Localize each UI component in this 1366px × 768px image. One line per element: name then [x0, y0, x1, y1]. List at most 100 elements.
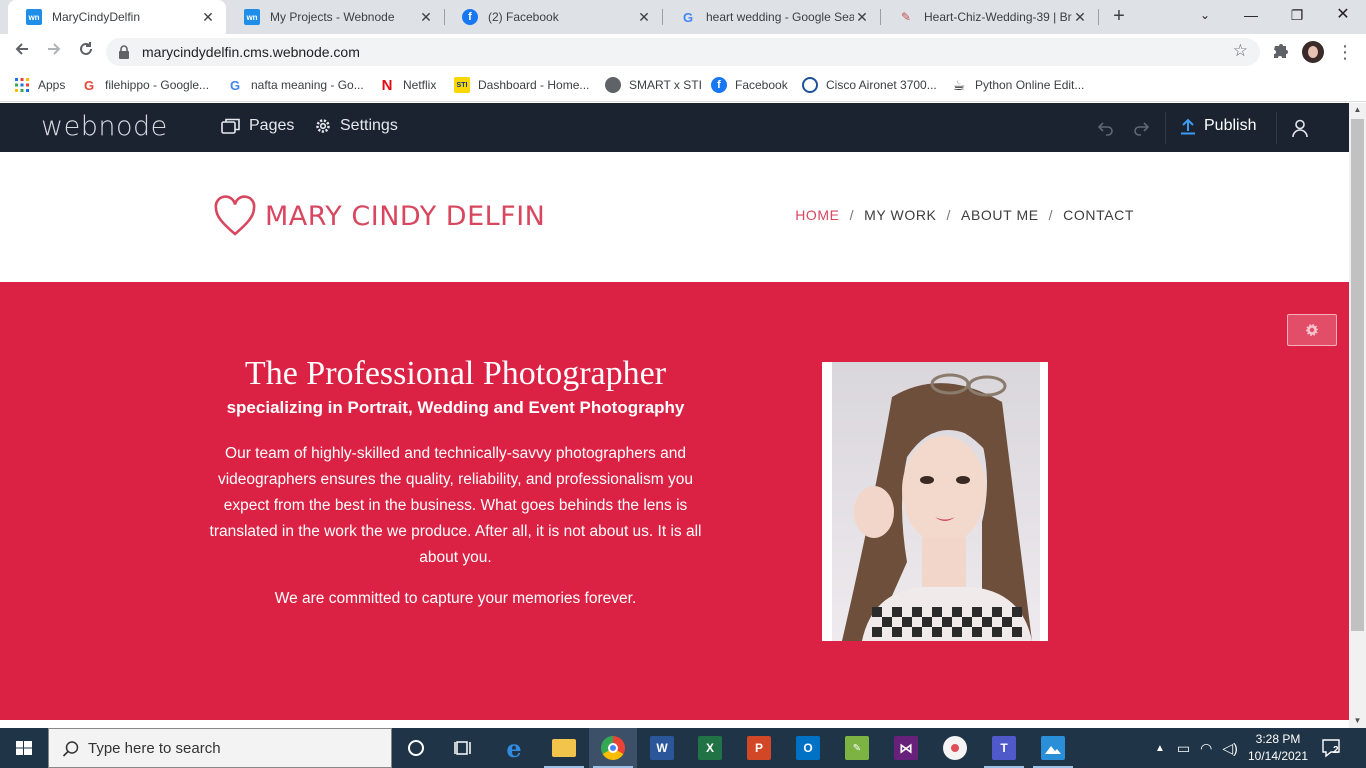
nav-item-contact[interactable]: CONTACT [1063, 207, 1134, 223]
powerpoint-icon[interactable]: P [735, 728, 783, 768]
settings-button[interactable]: Settings [314, 117, 398, 135]
hero-heading[interactable]: The Professional Photographer [208, 352, 703, 396]
minimize-button[interactable]: — [1228, 0, 1274, 30]
chrome-menu-icon[interactable]: ⋮ [1334, 41, 1356, 63]
sketch-app-icon[interactable]: ✎ [833, 728, 881, 768]
tab-title: Heart-Chiz-Wedding-39 | Bri [924, 10, 1072, 24]
close-tab-icon[interactable]: ✕ [418, 9, 434, 26]
chrome-icon[interactable] [589, 728, 637, 768]
undo-icon[interactable] [1096, 118, 1116, 138]
settings-label: Settings [340, 117, 398, 134]
tab-google-search[interactable]: G heart wedding - Google Sear ✕ [662, 0, 880, 34]
bookmark-netflix[interactable]: N Netflix [379, 77, 437, 94]
webnode-icon: wn [244, 9, 260, 25]
hero-section: The Professional Photographer specializi… [0, 282, 1349, 720]
profile-avatar[interactable] [1302, 41, 1324, 63]
excel-icon[interactable]: X [686, 728, 734, 768]
divider [1276, 112, 1277, 144]
bookmark-facebook[interactable]: f Facebook [711, 77, 788, 93]
scroll-up-icon[interactable]: ▲ [1349, 103, 1366, 117]
tab-facebook[interactable]: f (2) Facebook ✕ [444, 0, 662, 34]
tab-my-projects[interactable]: wn My Projects - Webnode ✕ [226, 0, 444, 34]
site-header: MARY CINDY DELFIN HOME / MY WORK / ABOUT… [0, 152, 1349, 282]
start-button[interactable] [0, 728, 48, 768]
extensions-puzzle-icon[interactable] [1269, 41, 1291, 63]
forward-button[interactable] [42, 40, 66, 64]
redo-icon[interactable] [1131, 118, 1151, 138]
restore-button[interactable]: ❐ [1274, 0, 1320, 30]
clock-time: 3:28 PM [1255, 732, 1301, 746]
bookmark-cisco[interactable]: Cisco Aironet 3700... [802, 77, 937, 93]
close-tab-icon[interactable]: ✕ [636, 9, 652, 26]
task-view-icon[interactable] [440, 728, 488, 768]
scroll-down-icon[interactable]: ▼ [1349, 714, 1366, 728]
edge-icon[interactable]: e [490, 728, 538, 768]
publish-button[interactable]: Publish [1180, 117, 1256, 135]
taskbar-clock[interactable]: 3:28 PM 10/14/2021 [1244, 731, 1312, 765]
bookmark-label: Facebook [735, 78, 788, 92]
bookmark-smart-sti[interactable]: SMART x STI [605, 77, 702, 93]
webnode-logo[interactable]: webnode [41, 111, 168, 142]
close-tab-icon[interactable]: ✕ [854, 9, 870, 26]
bookmark-filehippo[interactable]: G filehippo - Google... [81, 77, 209, 93]
pages-button[interactable]: Pages [221, 117, 294, 135]
word-icon[interactable]: W [638, 728, 686, 768]
bookmark-label: filehippo - Google... [105, 78, 210, 92]
gear-icon [1304, 322, 1320, 338]
back-button[interactable] [10, 40, 34, 64]
bookmark-label: Netflix [403, 78, 437, 92]
volume-icon[interactable]: ◁) [1222, 740, 1237, 757]
forward-arrow-icon [48, 43, 61, 55]
new-tab-button[interactable]: + [1108, 5, 1130, 27]
taskbar-search-box[interactable]: Type here to search [48, 728, 392, 768]
page-bottom-strip [0, 720, 1349, 728]
bookmark-label: Cisco Aironet 3700... [826, 78, 937, 92]
portrait-photo-frame[interactable] [822, 362, 1048, 641]
scrollbar-thumb[interactable] [1351, 119, 1364, 631]
cortana-icon[interactable] [392, 728, 440, 768]
tab-marycindydelfin[interactable]: wn MaryCindyDelfin ✕ [8, 0, 226, 34]
bookmark-star-icon[interactable]: ☆ [1233, 41, 1248, 61]
google-icon: G [83, 77, 95, 93]
divider [1165, 112, 1166, 144]
section-settings-button[interactable] [1287, 314, 1337, 346]
notification-center-button[interactable]: 2 [1320, 736, 1344, 760]
tab-title: heart wedding - Google Sear [706, 10, 854, 24]
file-explorer-icon[interactable] [540, 728, 588, 768]
nav-item-my-work[interactable]: MY WORK [864, 207, 936, 223]
heart-icon [214, 195, 256, 236]
google-icon: G [682, 9, 694, 25]
hero-subheading[interactable]: specializing in Portrait, Wedding and Ev… [208, 397, 703, 419]
tab-heart-chiz-wedding[interactable]: ✎ Heart-Chiz-Wedding-39 | Bri ✕ [880, 0, 1098, 34]
close-window-button[interactable]: ✕ [1320, 0, 1366, 30]
paint-icon[interactable] [931, 728, 979, 768]
nav-item-home[interactable]: HOME [795, 207, 839, 223]
photos-icon[interactable] [1029, 728, 1077, 768]
site-logo[interactable]: MARY CINDY DELFIN [213, 195, 545, 237]
pages-icon [221, 118, 240, 134]
bookmark-nafta[interactable]: G nafta meaning - Go... [227, 77, 364, 93]
wifi-icon[interactable]: ◠ [1200, 740, 1212, 757]
close-tab-icon[interactable]: ✕ [200, 9, 216, 26]
reload-button[interactable] [74, 40, 98, 64]
bookmark-apps[interactable]: Apps [14, 77, 65, 93]
address-bar[interactable]: marycindydelfin.cms.webnode.com ☆ [106, 38, 1260, 66]
portrait-photo [832, 362, 1040, 641]
hero-tagline[interactable]: We are committed to capture your memorie… [208, 586, 703, 612]
teams-icon[interactable]: T [980, 728, 1028, 768]
close-tab-icon[interactable]: ✕ [1072, 9, 1088, 26]
battery-icon[interactable]: ▭ [1177, 740, 1190, 757]
show-hidden-icons-icon[interactable]: ▲ [1155, 743, 1165, 754]
hero-body-text[interactable]: Our team of highly-skilled and technical… [208, 441, 703, 571]
nav-item-about-me[interactable]: ABOUT ME [961, 207, 1039, 223]
browser-toolbar: marycindydelfin.cms.webnode.com ☆ ⋮ [0, 34, 1366, 70]
user-account-icon[interactable] [1290, 118, 1310, 138]
tab-search-icon[interactable]: ⌄ [1182, 0, 1228, 30]
bookmark-python-editor[interactable]: ☕ Python Online Edit... [951, 77, 1085, 93]
bookmark-dashboard[interactable]: STI Dashboard - Home... [454, 77, 589, 93]
url-text[interactable]: marycindydelfin.cms.webnode.com [142, 44, 360, 60]
pages-label: Pages [249, 117, 295, 134]
visual-studio-icon[interactable]: ⋈ [882, 728, 930, 768]
page-scrollbar[interactable]: ▲ ▼ [1349, 103, 1366, 728]
outlook-icon[interactable]: O [784, 728, 832, 768]
